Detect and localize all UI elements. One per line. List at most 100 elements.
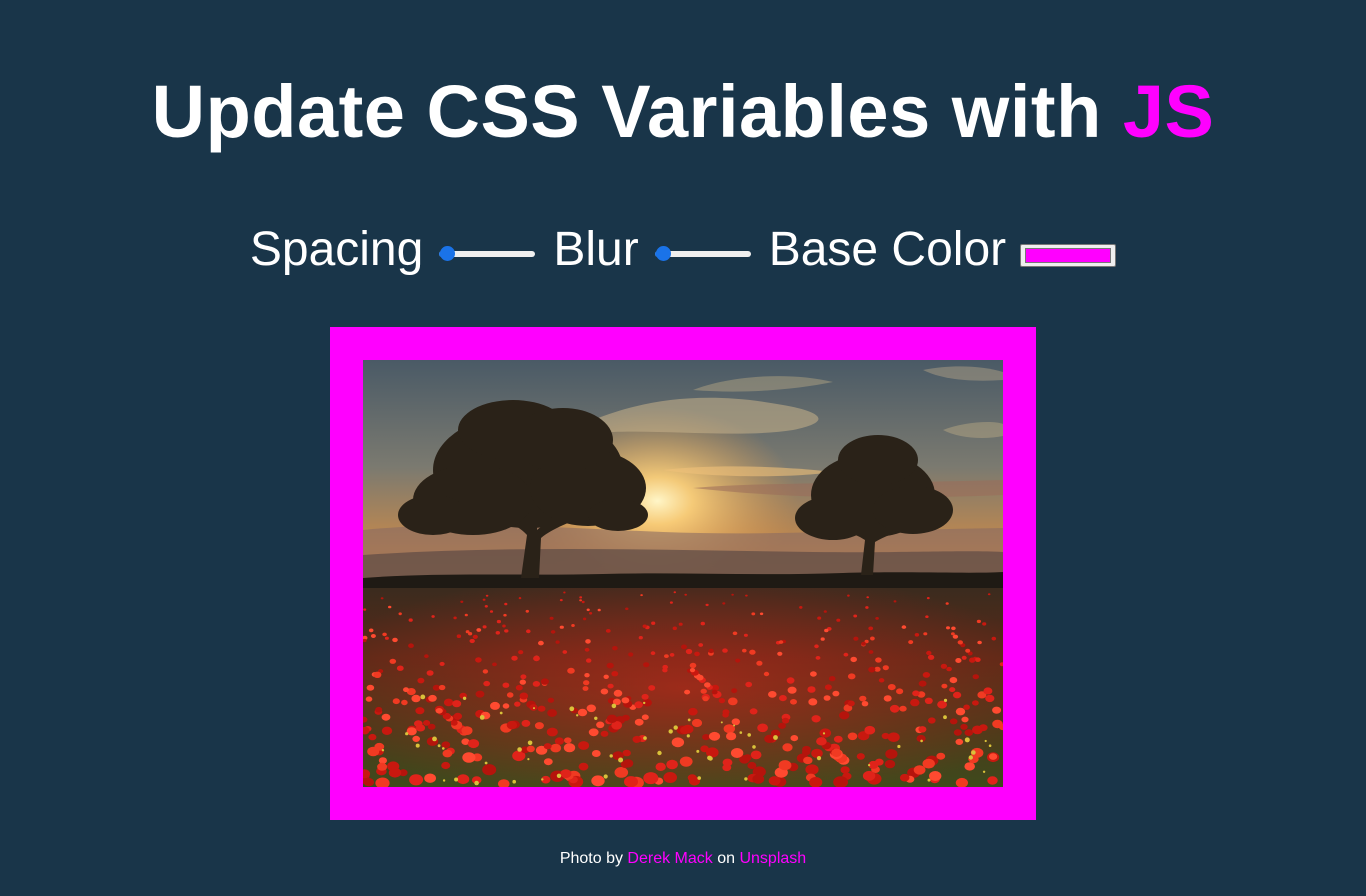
poppy [840, 766, 850, 774]
base-color-label: Base Color [768, 223, 1007, 276]
yellow-flower [943, 715, 947, 720]
unsplash-link[interactable]: Unsplash [739, 850, 806, 867]
poppy [465, 630, 470, 634]
poppy [588, 728, 599, 737]
poppy [622, 749, 631, 757]
poppy [525, 609, 529, 613]
poppy [847, 594, 850, 597]
poppy [549, 616, 554, 620]
poppy [728, 697, 738, 706]
poppy [816, 737, 827, 746]
poppy [563, 591, 566, 594]
yellow-flower [747, 733, 751, 737]
poppy [537, 705, 546, 712]
poppy [868, 650, 874, 654]
poppy [520, 674, 527, 680]
poppy [992, 706, 1002, 714]
yellow-flower [442, 747, 445, 750]
poppy [373, 671, 382, 678]
poppy [504, 602, 508, 606]
poppy [625, 607, 629, 611]
poppy [704, 682, 711, 688]
poppy [810, 671, 817, 677]
poppy [985, 694, 995, 703]
blur-slider[interactable] [654, 244, 751, 264]
poppy [859, 695, 867, 702]
poppy [972, 725, 983, 735]
poppy [591, 750, 601, 757]
spacing-slider-thumb[interactable] [440, 246, 456, 261]
poppy [875, 657, 882, 663]
poppy [853, 636, 859, 641]
poppy [439, 661, 445, 666]
poppy [366, 684, 375, 691]
poppy [567, 667, 575, 674]
poppy [496, 619, 501, 624]
yellow-flower [897, 744, 901, 749]
base-color-picker[interactable] [1020, 243, 1117, 267]
poppy [977, 640, 982, 645]
poppy [799, 606, 803, 609]
poppy [589, 612, 593, 615]
poppy [976, 619, 982, 624]
poppy [927, 654, 935, 660]
poppy [831, 748, 842, 757]
poppy [502, 624, 506, 628]
poppy [518, 597, 522, 600]
poppy [555, 640, 560, 644]
poppy [972, 700, 979, 706]
poppy [417, 677, 425, 684]
poppy [559, 599, 563, 602]
yellow-flower [868, 764, 871, 767]
yellow-flower [988, 744, 992, 747]
poppy [382, 632, 387, 637]
poppy [941, 683, 948, 689]
poppy [515, 684, 523, 691]
poppy [972, 674, 979, 680]
yellow-flower [415, 743, 420, 748]
poppy [475, 657, 482, 663]
yellow-flower [484, 761, 488, 765]
yellow-flower [442, 779, 446, 782]
poppy [929, 771, 942, 781]
yellow-flower [541, 778, 544, 781]
poppy [901, 625, 907, 629]
poppy [415, 724, 426, 732]
poppy [779, 695, 787, 702]
poppy [672, 626, 677, 631]
poppy [749, 708, 758, 715]
poppy [547, 709, 557, 717]
spacing-slider[interactable] [439, 244, 536, 264]
poppy [634, 701, 643, 709]
poppy [889, 704, 900, 713]
poppy [694, 651, 700, 657]
yellow-flower [474, 780, 479, 786]
blur-slider-thumb[interactable] [655, 246, 671, 261]
poppy [853, 614, 858, 618]
poppy [865, 606, 869, 609]
poppy [893, 600, 897, 603]
poppy [518, 650, 524, 655]
poppy [839, 711, 850, 720]
image-frame [330, 327, 1036, 820]
poppy [412, 735, 420, 742]
poppy [526, 745, 535, 753]
poppy [431, 615, 435, 618]
poppy [881, 732, 890, 740]
page-title-text: Update CSS Variables with [151, 70, 1123, 153]
poppy [782, 743, 793, 752]
yellow-flower [696, 749, 700, 753]
poppy [778, 640, 784, 644]
poppy [951, 626, 956, 631]
poppy [378, 757, 387, 764]
poppy [365, 696, 373, 702]
poppy [991, 636, 997, 641]
poppy [546, 727, 558, 737]
yellow-flower [739, 731, 743, 734]
yellow-flower [479, 715, 485, 720]
yellow-flower [618, 757, 624, 763]
poppy [482, 669, 489, 674]
poppy [731, 688, 738, 694]
poppy [870, 636, 875, 641]
author-link[interactable]: Derek Mack [627, 850, 712, 867]
